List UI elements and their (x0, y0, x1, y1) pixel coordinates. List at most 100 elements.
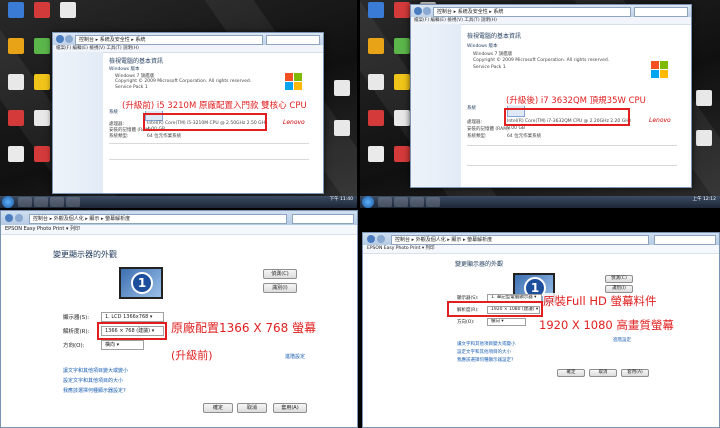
search-input[interactable] (634, 7, 688, 17)
taskbar-button[interactable] (410, 197, 424, 207)
system-type-label: 系統類型: (109, 134, 129, 139)
brand-logo: Lenovo (649, 117, 671, 124)
identify-button[interactable]: 識別(I) (263, 283, 297, 293)
cancel-button[interactable]: 取消 (237, 403, 267, 413)
taskbar-clock[interactable]: 上午 12:12 (693, 197, 716, 202)
desktop-icon[interactable] (364, 38, 388, 54)
brand-logo: Lenovo (283, 119, 305, 126)
apply-button[interactable]: 套用(A) (273, 403, 307, 413)
desktop-icon[interactable] (4, 110, 28, 126)
display-select[interactable]: 1. LCD 1366x768 ▾ (101, 312, 164, 322)
address-bar: 控制台 ▸ 系統及安全性 ▸ 系統 (53, 33, 323, 45)
display-settings-help-link[interactable]: 我應該選擇何種顯示器設定? (63, 387, 126, 394)
ram-label: 安裝的記憶體 (RAM): (467, 127, 511, 132)
text-size-settings-link[interactable]: 設定文字和其他項目的大小 (457, 349, 511, 355)
taskbar: 下午 11:40 (0, 196, 357, 208)
text-size-link[interactable]: 讓文字和其他項目變大或變小 (457, 341, 516, 347)
forward-icon[interactable] (377, 235, 385, 243)
taskbar-clock[interactable]: 下午 11:40 (330, 197, 353, 202)
desktop-icon[interactable] (4, 74, 28, 90)
system-type-value: 64 位元作業系統 (147, 134, 182, 139)
processor-label: 處理器: (467, 120, 483, 125)
ok-button[interactable]: 確定 (203, 403, 233, 413)
address-field[interactable]: 控制台 ▸ 外觀及個人化 ▸ 顯示 ▸ 螢幕解析度 (29, 214, 287, 224)
desktop-icon[interactable] (4, 2, 28, 18)
orientation-select[interactable]: 橫向 ▾ (101, 340, 144, 350)
desktop-icon[interactable] (30, 146, 54, 162)
resolution-annotation: 原裝Full HD 螢幕料件 (543, 293, 657, 309)
start-button[interactable] (362, 196, 374, 208)
taskbar-button[interactable] (378, 197, 392, 207)
address-bar: 控制台 ▸ 外觀及個人化 ▸ 顯示 ▸ 螢幕解析度 (363, 233, 719, 245)
monitor-preview[interactable]: 1 (119, 267, 163, 299)
desktop-icon[interactable] (330, 120, 354, 136)
page-title: 檢視電腦的基本資訊 (467, 33, 522, 40)
back-icon[interactable] (414, 7, 422, 15)
cancel-button[interactable]: 取消 (589, 369, 617, 377)
text-size-link[interactable]: 讓文字和其他項目變大或變小 (63, 367, 128, 374)
desktop-icon[interactable] (692, 130, 716, 146)
desktop-icon[interactable] (56, 2, 80, 18)
forward-icon[interactable] (423, 7, 431, 15)
advanced-settings-link[interactable]: 進階設定 (285, 353, 305, 360)
desktop-icon[interactable] (692, 90, 716, 106)
forward-icon[interactable] (65, 35, 73, 43)
desktop-icon[interactable] (30, 38, 54, 54)
display-settings-help-link[interactable]: 我應該選擇何種顯示器設定? (457, 357, 513, 363)
top-right-screenshot: 控制台 ▸ 系統及安全性 ▸ 系統 檔案(F) 編輯(E) 檢視(V) 工具(T… (360, 0, 720, 208)
search-input[interactable] (266, 35, 320, 45)
search-input[interactable] (292, 214, 354, 224)
orientation-select[interactable]: 橫向 ▾ (487, 318, 526, 326)
taskbar: 上午 12:12 (360, 196, 720, 208)
back-icon[interactable] (367, 235, 375, 243)
resolution-annotation-sub: 1920 X 1080 高畫質螢幕 (539, 317, 674, 333)
bottom-left-screenshot: 控制台 ▸ 外觀及個人化 ▸ 顯示 ▸ 螢幕解析度 EPSON Easy Pho… (0, 210, 358, 428)
apply-button[interactable]: 套用(A) (621, 369, 649, 377)
service-pack-text: Service Pack 1 (115, 85, 148, 90)
detect-button[interactable]: 偵測(C) (605, 275, 633, 283)
desktop-icon[interactable] (30, 74, 54, 90)
forward-icon[interactable] (15, 214, 23, 222)
address-field[interactable]: 控制台 ▸ 系統及安全性 ▸ 系統 (75, 35, 263, 45)
back-icon[interactable] (5, 214, 13, 222)
back-icon[interactable] (56, 35, 64, 43)
taskbar-button[interactable] (426, 197, 440, 207)
text-size-settings-link[interactable]: 設定文字和其他項目的大小 (63, 377, 123, 384)
page-title: 變更顯示器的外觀 (455, 261, 504, 268)
address-field[interactable]: 控制台 ▸ 系統及安全性 ▸ 系統 (433, 7, 631, 17)
taskbar-button[interactable] (50, 197, 64, 207)
taskbar-button[interactable] (66, 197, 80, 207)
copyright-text: Copyright © 2009 Microsoft Corporation. … (115, 79, 252, 84)
start-button[interactable] (2, 196, 14, 208)
cpu-highlight-box (504, 108, 630, 126)
left-nav-pane (53, 52, 103, 193)
left-nav-pane (411, 24, 461, 187)
detect-button[interactable]: 偵測(C) (263, 269, 297, 279)
address-field[interactable]: 控制台 ▸ 外觀及個人化 ▸ 顯示 ▸ 螢幕解析度 (391, 235, 649, 245)
app-toolbar[interactable]: EPSON Easy Photo Print ▾ 列印 (1, 225, 357, 235)
app-toolbar[interactable]: EPSON Easy Photo Print ▾ 列印 (363, 245, 719, 254)
desktop-icon[interactable] (4, 146, 28, 162)
resolution-highlight-box (447, 301, 543, 317)
ok-button[interactable]: 確定 (557, 369, 585, 377)
identify-button[interactable]: 識別(I) (605, 285, 633, 293)
divider (109, 143, 309, 144)
page-title: 變更顯示器的外觀 (53, 250, 117, 259)
desktop-icon[interactable] (4, 38, 28, 54)
search-input[interactable] (654, 235, 716, 245)
desktop-icon[interactable] (364, 110, 388, 126)
system-type-label: 系統類型: (467, 134, 487, 139)
taskbar-button[interactable] (394, 197, 408, 207)
resolution-label: 解析度(R): (63, 329, 90, 335)
desktop-icon[interactable] (30, 110, 54, 126)
desktop-icon[interactable] (30, 2, 54, 18)
desktop-icon[interactable] (364, 74, 388, 90)
advanced-settings-link[interactable]: 進階設定 (613, 337, 631, 343)
taskbar-button[interactable] (18, 197, 32, 207)
desktop-icon[interactable] (364, 146, 388, 162)
resolution-annotation: 原廠配置1366 X 768 螢幕 (171, 319, 317, 336)
desktop-icon[interactable] (330, 80, 354, 96)
cpu-annotation: (升級前) i5 3210M 原廠配置入門款 雙核心 CPU (120, 99, 309, 111)
desktop-icon[interactable] (364, 2, 388, 18)
taskbar-button[interactable] (34, 197, 48, 207)
